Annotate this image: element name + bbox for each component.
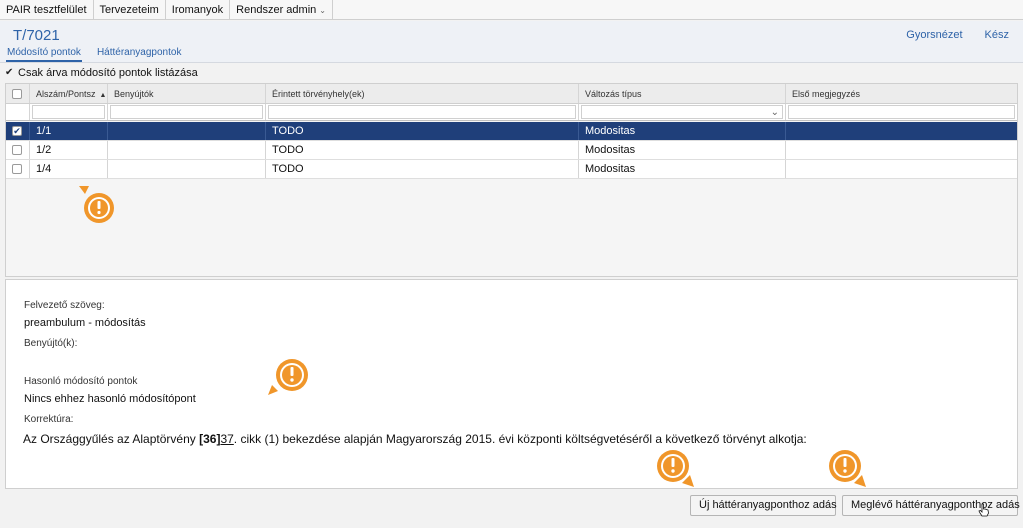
menu-item-label: PAIR tesztfelület	[6, 4, 87, 16]
orphan-filter-label: Csak árva módosító pontok listázása	[18, 67, 198, 79]
warning-icon	[268, 359, 308, 395]
select-all-cell[interactable]	[6, 84, 30, 103]
table-row[interactable]: 1/2 TODO Modositas	[6, 141, 1017, 160]
add-to-new-background-button[interactable]: Új háttéranyagponthoz adás	[690, 495, 837, 516]
cell-benyujtok	[108, 122, 266, 140]
hasonlo-value: Nincs ehhez hasonló módosítópont	[24, 393, 196, 405]
tab-bar: Módosító pontok Háttéranyagpontok	[6, 47, 196, 62]
filter-input-erintett[interactable]	[268, 105, 576, 119]
add-to-existing-background-button[interactable]: Meglévő háttéranyagponthoz adás	[842, 495, 1020, 516]
menu-item-pair[interactable]: PAIR tesztfelület	[0, 0, 94, 20]
felvezeto-value: preambulum - módosítás	[24, 317, 146, 329]
checkbox-icon[interactable]: ✔	[5, 68, 15, 78]
cell-valtozas: Modositas	[579, 160, 786, 178]
warning-icon	[657, 450, 694, 487]
cell-erintett: TODO	[266, 160, 579, 178]
column-header-benyujtok[interactable]: Benyújtók	[108, 84, 266, 103]
row-checkbox-cell: ✔	[6, 122, 30, 140]
cell-erintett: TODO	[266, 141, 579, 159]
filter-cell-benyujtok	[108, 104, 266, 120]
warning-icon	[79, 186, 114, 223]
quick-view-link[interactable]: Gyorsnézet	[906, 29, 962, 41]
warning-icon	[829, 450, 866, 487]
menu-item-label: Rendszer admin	[236, 4, 317, 16]
grid-filter-row: ⌄	[6, 104, 1017, 121]
cell-valtozas: Modositas	[579, 141, 786, 159]
column-header-valtozas[interactable]: Változás típus	[579, 84, 786, 103]
cell-benyujtok	[108, 141, 266, 159]
page-header: T/7021 Módosító pontok Háttéranyagpontok…	[0, 21, 1023, 63]
filter-input-megjegyzes[interactable]	[788, 105, 1015, 119]
felvezeto-label: Felvezető szöveg:	[24, 300, 105, 311]
column-header-erintett[interactable]: Érintett törvényhely(ek)	[266, 84, 579, 103]
filter-cell-megjegyzes	[786, 104, 1017, 120]
cell-alszam: 1/2	[30, 141, 108, 159]
cell-megjegyzes	[786, 141, 1017, 159]
tab-hatteranyagpontok[interactable]: Háttéranyagpontok	[96, 47, 183, 62]
cell-megjegyzes	[786, 122, 1017, 140]
cell-benyujtok	[108, 160, 266, 178]
cell-megjegyzes	[786, 160, 1017, 178]
chevron-down-icon[interactable]: ⌄	[771, 104, 779, 120]
column-header-alszam[interactable]: Alszám/Pontsz ▲	[30, 84, 108, 103]
korrektura-deleted: [36]	[199, 432, 221, 446]
checkbox-icon[interactable]	[12, 164, 22, 174]
detail-panel: Felvezető szöveg: preambulum - módosítás…	[5, 279, 1018, 489]
menu-item-tervezeteim[interactable]: Tervezeteim	[94, 0, 166, 20]
column-header-megjegyzes[interactable]: Első megjegyzés	[786, 84, 1017, 103]
done-link[interactable]: Kész	[985, 29, 1009, 41]
orphan-filter[interactable]: ✔ Csak árva módosító pontok listázása	[5, 66, 198, 80]
checkbox-icon[interactable]: ✔	[12, 126, 22, 136]
header-links: Gyorsnézet Kész	[906, 29, 1009, 41]
table-row[interactable]: ✔ 1/1 TODO Modositas	[6, 122, 1017, 141]
page-title: T/7021	[13, 27, 60, 44]
filter-input-benyujtok[interactable]	[110, 105, 263, 119]
cell-erintett: TODO	[266, 122, 579, 140]
tab-modosito-pontok[interactable]: Módosító pontok	[6, 47, 82, 62]
table-row[interactable]: 1/4 TODO Modositas	[6, 160, 1017, 179]
korrektura-text: Az Országgyűlés az Alaptörvény [36]37. c…	[23, 432, 807, 446]
chevron-down-icon: ⌄	[319, 6, 326, 15]
korrektura-inserted: 37	[220, 432, 234, 446]
top-menubar: PAIR tesztfelület Tervezeteim Iromanyok …	[0, 0, 1023, 20]
menu-item-label: Tervezeteim	[99, 4, 159, 16]
sort-ascending-icon: ▲	[99, 92, 107, 99]
column-header-label: Alszám/Pontsz	[36, 89, 96, 99]
grid-header: Alszám/Pontsz ▲ Benyújtók Érintett törvén…	[6, 84, 1017, 104]
row-checkbox-cell	[6, 160, 30, 178]
benyujto-label: Benyújtó(k):	[24, 338, 78, 349]
menu-item-label: Iromanyok	[171, 4, 224, 16]
cell-alszam: 1/1	[30, 122, 108, 140]
filter-cell-alszam	[30, 104, 108, 120]
cell-valtozas: Modositas	[579, 122, 786, 140]
hasonlo-label: Hasonló módosító pontok	[24, 376, 138, 387]
checkbox-icon[interactable]	[12, 145, 22, 155]
filter-select-valtozas[interactable]	[581, 105, 783, 119]
menu-item-iromanyok[interactable]: Iromanyok	[166, 0, 231, 20]
korrektura-suffix: . cikk (1) bekezdése alapján Magyarorszá…	[233, 432, 807, 446]
filter-cell-empty	[6, 104, 30, 120]
select-all-checkbox[interactable]	[12, 89, 22, 99]
filter-cell-erintett	[266, 104, 579, 120]
row-checkbox-cell	[6, 141, 30, 159]
cell-alszam: 1/4	[30, 160, 108, 178]
filter-input-alszam[interactable]	[32, 105, 105, 119]
korrektura-prefix: Az Országgyűlés az Alaptörvény	[23, 432, 200, 446]
amendment-grid: Alszám/Pontsz ▲ Benyújtók Érintett törvén…	[5, 83, 1018, 277]
korrektura-label: Korrektúra:	[24, 414, 74, 425]
hand-cursor-icon	[978, 503, 989, 517]
filter-cell-valtozas: ⌄	[579, 104, 786, 120]
menu-item-rendszer-admin[interactable]: Rendszer admin ⌄	[230, 0, 333, 20]
